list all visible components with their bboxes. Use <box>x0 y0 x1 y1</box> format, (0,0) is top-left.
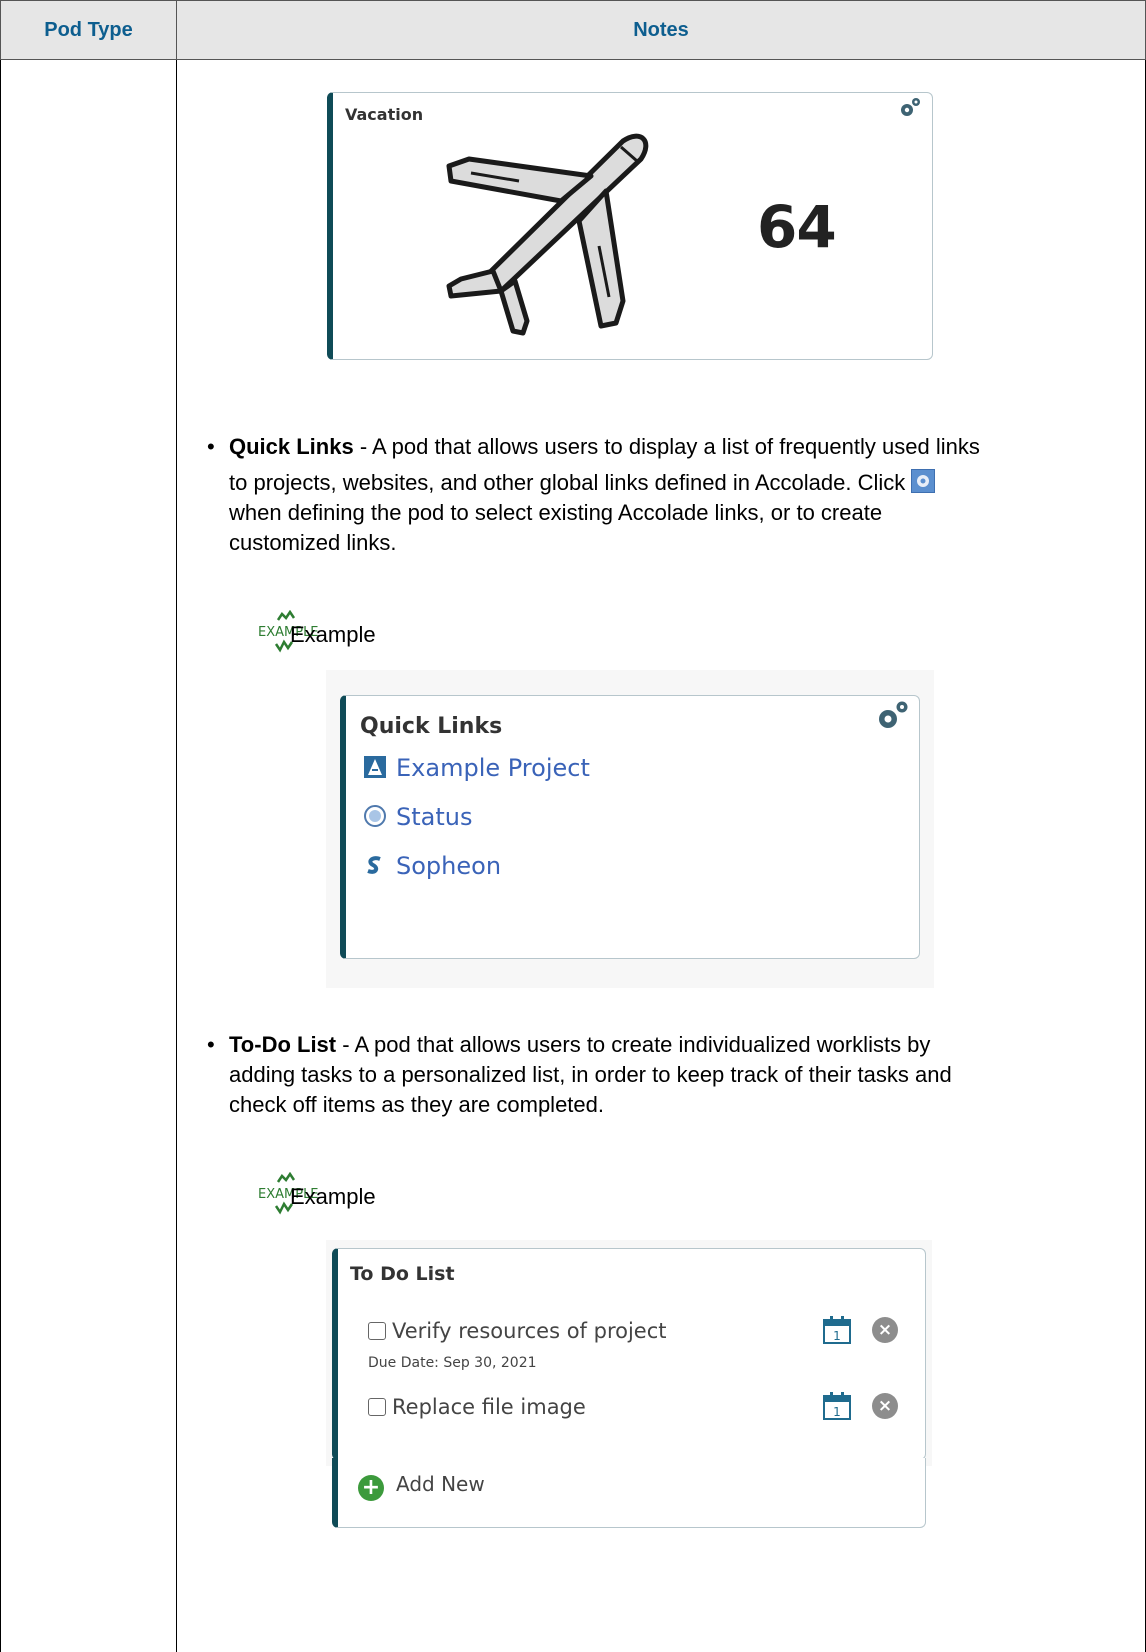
todo-task-item[interactable]: Verify resources of project <box>368 1319 667 1343</box>
bullet-icon: • <box>207 434 215 459</box>
quick-links-description: • Quick Links - A pod that allows users … <box>207 432 1109 558</box>
vacation-pod: Vacation 64 <box>327 92 933 360</box>
calendar-day: 1 <box>833 1329 841 1343</box>
todo-text-1: - A pod that allows users to create indi… <box>336 1032 931 1057</box>
quick-link-label[interactable]: Sopheon <box>396 852 501 880</box>
quick-link-item[interactable]: Sopheon <box>364 852 501 880</box>
todo-text-2: adding tasks to a personalized list, in … <box>229 1062 952 1087</box>
table-border-left <box>0 60 1 1652</box>
task-label: Replace file image <box>392 1395 586 1419</box>
quick-link-label[interactable]: Example Project <box>396 754 590 782</box>
example-label: Example <box>290 622 376 647</box>
settings-gear-icon[interactable] <box>898 97 922 119</box>
quick-link-label[interactable]: Status <box>396 803 472 831</box>
table-border-middle <box>176 60 177 1652</box>
quick-links-text-1: - A pod that allows users to display a l… <box>353 434 980 459</box>
example-label: Example <box>290 1184 376 1209</box>
airplane-icon <box>446 133 649 336</box>
todo-pod-footer: + Add New <box>332 1458 926 1528</box>
header-pod-type-label: Pod Type <box>44 19 133 41</box>
quick-link-item[interactable]: Status <box>364 803 472 831</box>
task-label: Verify resources of project <box>392 1319 667 1343</box>
task-checkbox[interactable] <box>368 1322 386 1340</box>
calendar-icon[interactable]: 1 <box>822 1315 852 1345</box>
quick-links-text-2: to projects, websites, and other global … <box>229 470 912 495</box>
todo-description: • To-Do List - A pod that allows users t… <box>207 1030 1109 1120</box>
todo-pod: To Do List Verify resources of project D… <box>332 1248 926 1460</box>
task-due-date: Due Date: Sep 30, 2021 <box>368 1355 537 1371</box>
header-pod-type: Pod Type <box>0 0 177 60</box>
delete-task-icon[interactable]: × <box>872 1317 898 1343</box>
header-notes: Notes <box>176 0 1146 60</box>
quick-links-text-3: when defining the pod to select existing… <box>229 500 883 525</box>
todo-text-3: check off items as they are completed. <box>229 1092 604 1117</box>
sopheon-icon <box>364 854 386 876</box>
quick-link-item[interactable]: Example Project <box>364 754 590 782</box>
vacation-pod-title: Vacation <box>345 105 424 124</box>
task-checkbox[interactable] <box>368 1398 386 1416</box>
add-new-label[interactable]: Add New <box>396 1472 485 1496</box>
settings-gear-icon[interactable] <box>875 700 911 732</box>
example-callout: EXAMPLE Example <box>258 1171 376 1221</box>
example-callout: EXAMPLE Example <box>258 609 376 659</box>
accolade-icon <box>364 756 386 778</box>
header-notes-label: Notes <box>633 19 689 41</box>
quick-links-pod: Quick Links Example Project Status Sophe… <box>340 695 920 959</box>
vacation-days-value: 64 <box>757 193 837 261</box>
plus-icon: + <box>358 1475 384 1501</box>
delete-task-icon[interactable]: × <box>872 1393 898 1419</box>
settings-gear-icon <box>911 469 936 493</box>
quick-links-pod-title: Quick Links <box>360 714 503 739</box>
globe-icon <box>364 805 386 827</box>
todo-task-item[interactable]: Replace file image <box>368 1395 586 1419</box>
calendar-icon[interactable]: 1 <box>822 1391 852 1421</box>
bullet-icon: • <box>207 1032 215 1057</box>
quick-links-text-4: customized links. <box>229 530 397 555</box>
quick-links-term: Quick Links <box>229 434 354 459</box>
calendar-day: 1 <box>833 1405 841 1419</box>
todo-term: To-Do List <box>229 1032 337 1057</box>
add-new-button[interactable]: + Add New <box>358 1472 485 1501</box>
todo-pod-title: To Do List <box>350 1263 455 1285</box>
